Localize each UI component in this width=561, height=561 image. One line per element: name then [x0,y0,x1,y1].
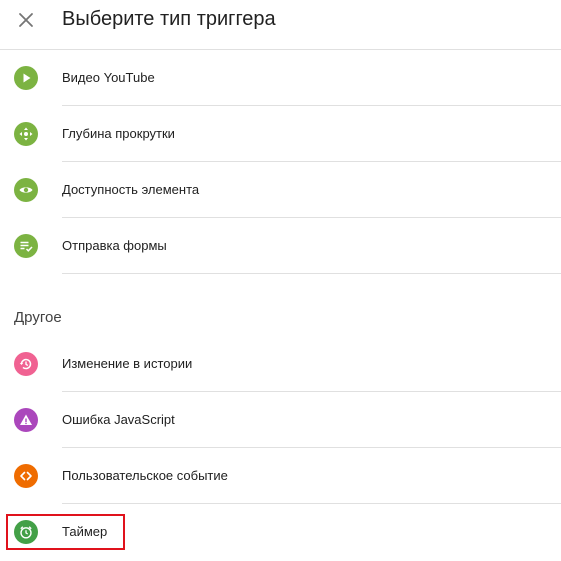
trigger-item-label: Таймер [62,524,108,539]
other-trigger-type-list: Изменение в истории Ошибка JavaScript По… [0,336,561,560]
trigger-item-label: Пользовательское событие [62,468,228,483]
trigger-item-element-visibility[interactable]: Доступность элемента [0,162,561,218]
trigger-item-label: Глубина прокрутки [62,126,175,141]
close-icon[interactable] [12,6,40,34]
trigger-item-timer[interactable]: Таймер [0,504,561,560]
history-icon [14,352,38,376]
trigger-item-label: Отправка формы [62,238,167,253]
section-title-other: Другое [14,309,62,326]
trigger-item-label: Ошибка JavaScript [62,412,175,427]
trigger-item-custom-event[interactable]: Пользовательское событие [0,448,561,504]
trigger-item-youtube-video[interactable]: Видео YouTube [0,50,561,106]
eye-icon [14,178,38,202]
trigger-item-form-submission[interactable]: Отправка формы [0,218,561,274]
form-check-icon [14,234,38,258]
code-icon [14,464,38,488]
dialog-header: Выберите тип триггера [0,0,561,50]
dialog-title: Выберите тип триггера [62,8,276,30]
trigger-type-list: Видео YouTube Глубина прокрутки Доступно… [0,50,561,274]
trigger-item-label: Изменение в истории [62,356,193,371]
move-arrows-icon [14,122,38,146]
trigger-item-label: Видео YouTube [62,70,155,85]
divider [62,273,561,274]
play-icon [14,66,38,90]
trigger-item-label: Доступность элемента [62,182,200,197]
close-button[interactable] [12,6,40,34]
trigger-item-javascript-error[interactable]: Ошибка JavaScript [0,392,561,448]
alarm-clock-icon [14,520,38,544]
trigger-item-scroll-depth[interactable]: Глубина прокрутки [0,106,561,162]
trigger-item-history-change[interactable]: Изменение в истории [0,336,561,392]
warning-icon [14,408,38,432]
